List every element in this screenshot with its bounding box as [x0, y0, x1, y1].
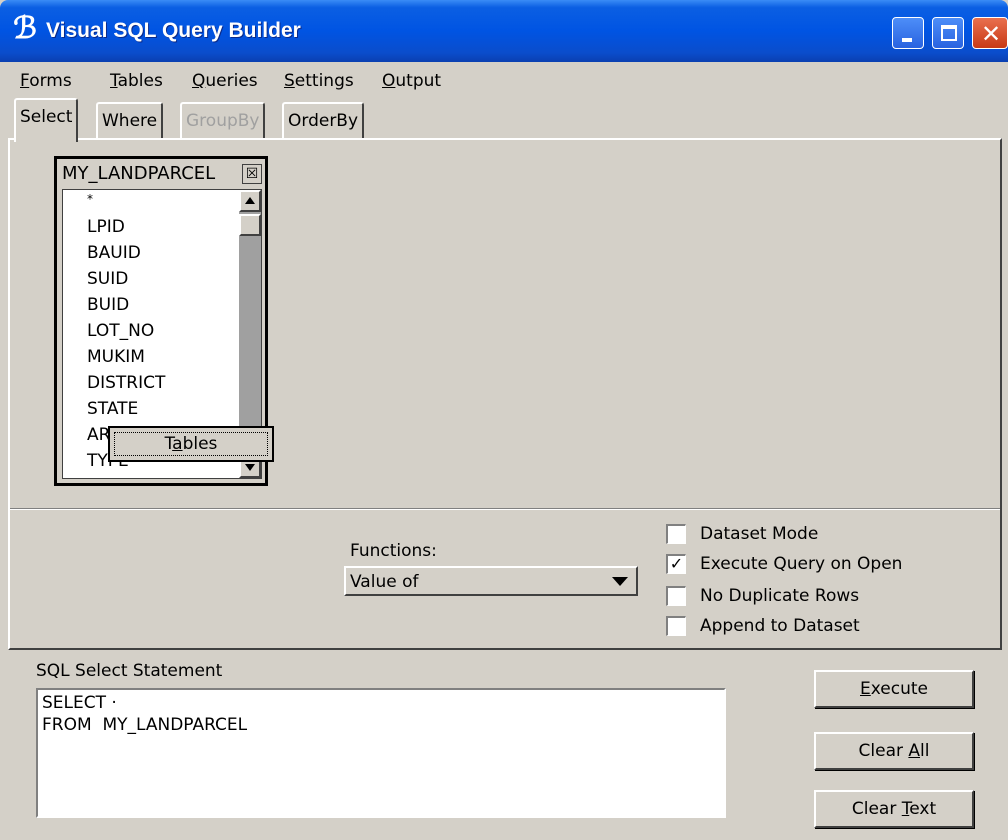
field-item[interactable]: LOT_NO	[87, 318, 154, 344]
dropdown-arrow-icon[interactable]	[612, 577, 628, 586]
tables-button-label: Tables	[164, 434, 218, 454]
execute-button-label: Execute	[860, 679, 928, 699]
checkbox-label: Append to Dataset	[700, 616, 860, 636]
clear-text-button[interactable]: Clear Text	[814, 790, 974, 828]
execute-button[interactable]: Execute	[814, 670, 974, 708]
table-box-header[interactable]: MY_LANDPARCEL ☒	[62, 162, 262, 186]
menu-bar: Forms Tables Queries Settings Output	[0, 64, 1008, 98]
sql-statement-textarea[interactable]: SELECT · FROM MY_LANDPARCEL	[36, 688, 726, 818]
tables-button[interactable]: Tables	[108, 426, 274, 462]
field-item[interactable]: STATE	[87, 396, 138, 422]
maximize-icon	[941, 25, 957, 41]
scroll-thumb[interactable]	[239, 214, 261, 236]
functions-dropdown[interactable]: Value of	[344, 566, 638, 596]
functions-label: Functions:	[350, 541, 437, 561]
minimize-icon	[902, 38, 912, 42]
field-item[interactable]: SUID	[87, 266, 128, 292]
field-item[interactable]: LPID	[87, 214, 125, 240]
checkbox-box[interactable]	[666, 524, 686, 544]
arrow-up-icon	[245, 197, 255, 204]
checkmark-icon: ✓	[669, 554, 684, 573]
menu-tables[interactable]: Tables	[110, 71, 163, 91]
tab-where[interactable]: Where	[96, 102, 164, 138]
checkbox-box[interactable]	[666, 616, 686, 636]
field-item[interactable]: DISTRICT	[87, 370, 165, 396]
tab-groupby: GroupBy	[180, 102, 266, 138]
panel-divider	[10, 508, 1000, 510]
close-icon: ✕	[980, 20, 1002, 48]
clear-all-button-label: Clear All	[858, 741, 930, 761]
field-item[interactable]: MUKIM	[87, 344, 145, 370]
minimize-button[interactable]	[892, 17, 924, 49]
table-box-close-icon[interactable]: ☒	[242, 164, 262, 184]
field-item[interactable]: BAUID	[87, 240, 141, 266]
functions-selected-value: Value of	[350, 572, 419, 592]
menu-output[interactable]: Output	[382, 71, 441, 91]
close-button[interactable]: ✕	[972, 17, 1008, 49]
table-box-title: MY_LANDPARCEL	[62, 163, 216, 184]
tab-orderby[interactable]: OrderBy	[282, 102, 365, 138]
checkbox-label: No Duplicate Rows	[700, 586, 860, 606]
checkbox-box[interactable]	[666, 586, 686, 606]
menu-forms[interactable]: Forms	[20, 71, 72, 91]
window-title: Visual SQL Query Builder	[46, 19, 301, 42]
arrow-down-icon	[245, 464, 255, 471]
tab-select[interactable]: Select	[14, 98, 79, 142]
scroll-up-button[interactable]	[239, 190, 261, 212]
sql-statement-label: SQL Select Statement	[36, 661, 223, 681]
app-icon[interactable]: ℬ	[10, 14, 40, 44]
field-item[interactable]: BUID	[87, 292, 129, 318]
menu-settings[interactable]: Settings	[284, 71, 354, 91]
field-item[interactable]: *	[87, 186, 93, 212]
query-builder-window: ℬ Visual SQL Query Builder ✕ Forms Table…	[0, 0, 1008, 840]
maximize-button[interactable]	[932, 17, 964, 49]
checkbox-label: Dataset Mode	[700, 524, 819, 544]
title-bar[interactable]: ℬ Visual SQL Query Builder ✕	[0, 0, 1008, 62]
checkbox-box[interactable]: ✓	[666, 554, 686, 574]
clear-text-button-label: Clear Text	[851, 799, 937, 819]
clear-all-button[interactable]: Clear All	[814, 732, 974, 770]
checkbox-label: Execute Query on Open	[700, 554, 903, 574]
menu-queries[interactable]: Queries	[192, 71, 258, 91]
